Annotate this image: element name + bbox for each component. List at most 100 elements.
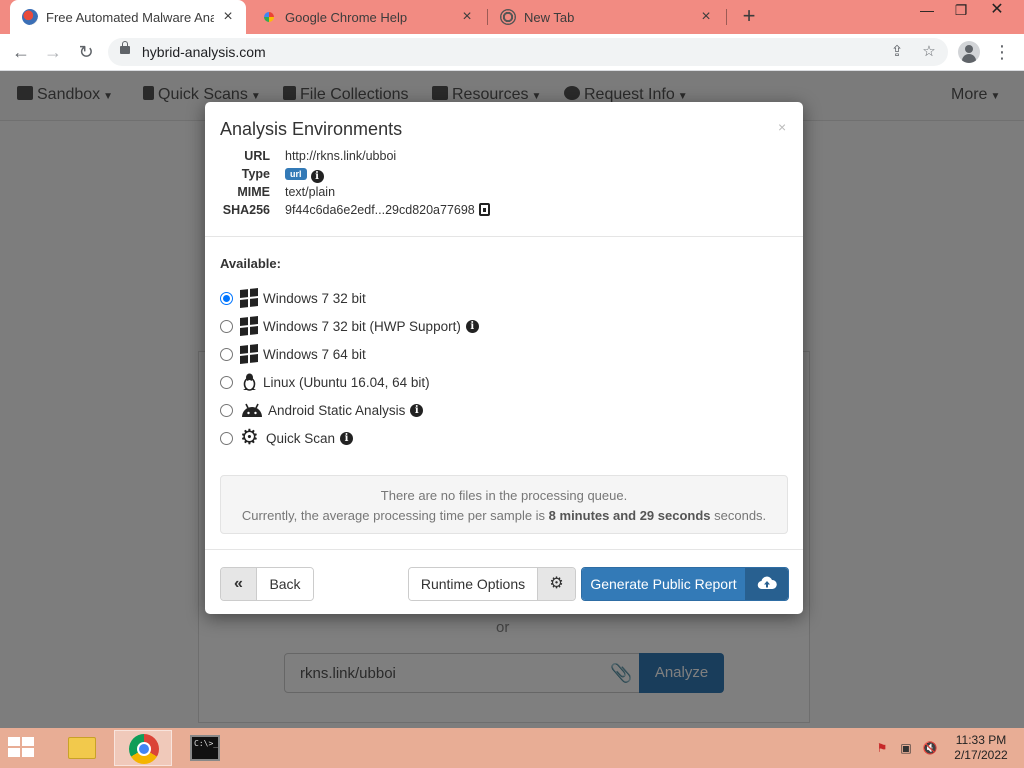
system-clock[interactable]: 11:33 PM 2/17/2022 bbox=[948, 733, 1014, 763]
profile-avatar-icon[interactable] bbox=[958, 41, 980, 63]
network-icon[interactable]: ▣ bbox=[898, 740, 914, 756]
env-radio[interactable] bbox=[220, 403, 233, 417]
meta-key: URL bbox=[244, 149, 270, 163]
meta-type-row: Type url i bbox=[205, 167, 803, 185]
env-option-win7-64[interactable]: Windows 7 64 bit bbox=[220, 343, 366, 365]
env-option-android[interactable]: Android Static Analysis i bbox=[220, 399, 424, 421]
available-label: Available: bbox=[220, 256, 281, 271]
modal-title: Analysis Environments bbox=[220, 119, 403, 139]
tab-hybrid-analysis[interactable]: Free Automated Malware Analysi × bbox=[10, 0, 246, 34]
windows-icon bbox=[240, 344, 259, 364]
back-arrow-icon[interactable]: ← bbox=[8, 39, 34, 65]
android-icon bbox=[240, 401, 264, 419]
restore-button[interactable]: ❐ bbox=[944, 0, 978, 20]
tab-chrome-help[interactable]: Google Chrome Help × bbox=[249, 0, 485, 34]
folder-icon bbox=[68, 737, 96, 759]
generate-report-label: Generate Public Report bbox=[582, 568, 745, 600]
address-bar[interactable]: hybrid-analysis.com ⇪ ☆ bbox=[108, 38, 948, 66]
env-option-linux[interactable]: Linux (Ubuntu 16.04, 64 bit) bbox=[220, 371, 430, 393]
tab-new-tab[interactable]: New Tab × bbox=[488, 0, 724, 34]
env-radio[interactable] bbox=[220, 431, 233, 445]
meta-mime-value: text/plain bbox=[285, 185, 336, 199]
linux-icon bbox=[240, 373, 259, 391]
windows-taskbar: C:\>_ ⚑ ▣ 🔇 11:33 PM 2/17/2022 bbox=[0, 728, 1024, 768]
cmd-icon: C:\>_ bbox=[190, 735, 220, 761]
taskbar-command-prompt[interactable]: C:\>_ bbox=[176, 730, 234, 766]
meta-sha256-value: 9f44c6da6e2edf...29cd820a77698 bbox=[285, 203, 490, 217]
env-radio[interactable] bbox=[220, 319, 233, 333]
forward-arrow-icon[interactable]: → bbox=[40, 39, 66, 65]
address-bar-url: hybrid-analysis.com bbox=[142, 44, 266, 60]
hybrid-analysis-favicon bbox=[22, 9, 38, 25]
chrome-menu-icon[interactable]: ⋮ bbox=[992, 39, 1012, 65]
meta-url-value: http://rkns.link/ubboi bbox=[285, 149, 397, 163]
gear-icon: ⚙ bbox=[240, 426, 259, 449]
info-icon[interactable]: i bbox=[340, 431, 354, 445]
env-option-quick-scan[interactable]: ⚙ Quick Scan i bbox=[220, 426, 354, 449]
windows-icon bbox=[240, 316, 259, 336]
meta-key: MIME bbox=[237, 185, 270, 199]
env-radio[interactable] bbox=[220, 347, 233, 361]
back-label: Back bbox=[257, 568, 313, 600]
env-label: Windows 7 64 bit bbox=[263, 346, 366, 362]
windows-start-button[interactable] bbox=[8, 737, 38, 759]
taskbar-file-explorer[interactable] bbox=[52, 730, 110, 766]
env-label: Android Static Analysis bbox=[268, 402, 406, 418]
close-tab-icon[interactable]: × bbox=[698, 9, 714, 25]
lock-icon[interactable] bbox=[120, 41, 130, 54]
meta-key: Type bbox=[241, 167, 270, 181]
windows-icon bbox=[240, 288, 259, 308]
clock-time: 11:33 PM bbox=[955, 733, 1007, 747]
reload-icon[interactable]: ↻ bbox=[73, 39, 99, 65]
close-tab-icon[interactable]: × bbox=[220, 9, 236, 25]
queue-processing-time: Currently, the average processing time p… bbox=[241, 508, 767, 523]
env-option-win7-32-hwp[interactable]: Windows 7 32 bit (HWP Support) i bbox=[220, 315, 479, 337]
taskbar-chrome[interactable] bbox=[114, 730, 172, 766]
cloud-upload-icon bbox=[745, 568, 788, 600]
generate-public-report-button[interactable]: Generate Public Report bbox=[581, 567, 789, 601]
volume-muted-icon[interactable]: 🔇 bbox=[922, 740, 938, 756]
env-label: Quick Scan bbox=[266, 430, 336, 446]
meta-type-value: url i bbox=[285, 167, 324, 183]
runtime-options-label: Runtime Options bbox=[409, 568, 537, 600]
modal-header: Analysis Environments × URL http://rkns.… bbox=[205, 102, 803, 237]
copy-clipboard-icon[interactable] bbox=[478, 203, 490, 216]
type-badge: url bbox=[285, 168, 307, 180]
tab-title: Free Automated Malware Analysi bbox=[46, 9, 214, 25]
env-radio[interactable] bbox=[220, 375, 233, 389]
back-button[interactable]: « Back bbox=[220, 567, 314, 601]
google-g-icon bbox=[261, 9, 277, 25]
env-option-win7-32[interactable]: Windows 7 32 bit bbox=[220, 287, 366, 309]
close-window-button[interactable]: ✕ bbox=[980, 0, 1014, 20]
env-radio[interactable] bbox=[220, 291, 233, 305]
info-icon[interactable]: i bbox=[310, 170, 324, 183]
meta-key: SHA256 bbox=[222, 203, 270, 217]
chrome-icon bbox=[129, 734, 159, 764]
close-tab-icon[interactable]: × bbox=[459, 9, 475, 25]
meta-sha256-row: SHA256 9f44c6da6e2edf...29cd820a77698 bbox=[205, 203, 803, 221]
analysis-environments-modal: Analysis Environments × URL http://rkns.… bbox=[205, 102, 803, 614]
share-icon[interactable]: ⇪ bbox=[887, 42, 907, 62]
double-chevron-left-icon: « bbox=[221, 568, 257, 600]
browser-toolbar: ← → ↻ hybrid-analysis.com ⇪ ☆ ⋮ bbox=[0, 34, 1024, 71]
gear-icon: ⚙ bbox=[537, 568, 575, 600]
info-icon[interactable]: i bbox=[465, 319, 479, 333]
action-center-flag-icon[interactable]: ⚑ bbox=[874, 740, 890, 756]
bookmark-star-icon[interactable]: ☆ bbox=[919, 42, 939, 62]
env-label: Linux (Ubuntu 16.04, 64 bit) bbox=[263, 374, 430, 390]
processing-time-value: 8 minutes and 29 seconds bbox=[548, 508, 711, 523]
runtime-options-button[interactable]: Runtime Options ⚙ bbox=[408, 567, 576, 601]
queue-status-text: There are no files in the processing que… bbox=[380, 488, 628, 503]
info-icon[interactable]: i bbox=[410, 403, 424, 417]
env-label: Windows 7 32 bit (HWP Support) bbox=[263, 318, 461, 334]
sha256-text: 9f44c6da6e2edf...29cd820a77698 bbox=[285, 203, 475, 217]
minimize-button[interactable]: — bbox=[910, 0, 944, 20]
modal-footer: « Back Runtime Options ⚙ Generate Public… bbox=[205, 549, 803, 614]
meta-url-row: URL http://rkns.link/ubboi bbox=[205, 149, 803, 167]
tab-divider bbox=[726, 9, 727, 25]
close-icon[interactable]: × bbox=[778, 119, 786, 135]
meta-mime-row: MIME text/plain bbox=[205, 185, 803, 203]
new-tab-button[interactable]: + bbox=[737, 5, 761, 29]
tab-title: Google Chrome Help bbox=[285, 9, 408, 25]
tab-strip: Free Automated Malware Analysi × Google … bbox=[0, 0, 1024, 34]
